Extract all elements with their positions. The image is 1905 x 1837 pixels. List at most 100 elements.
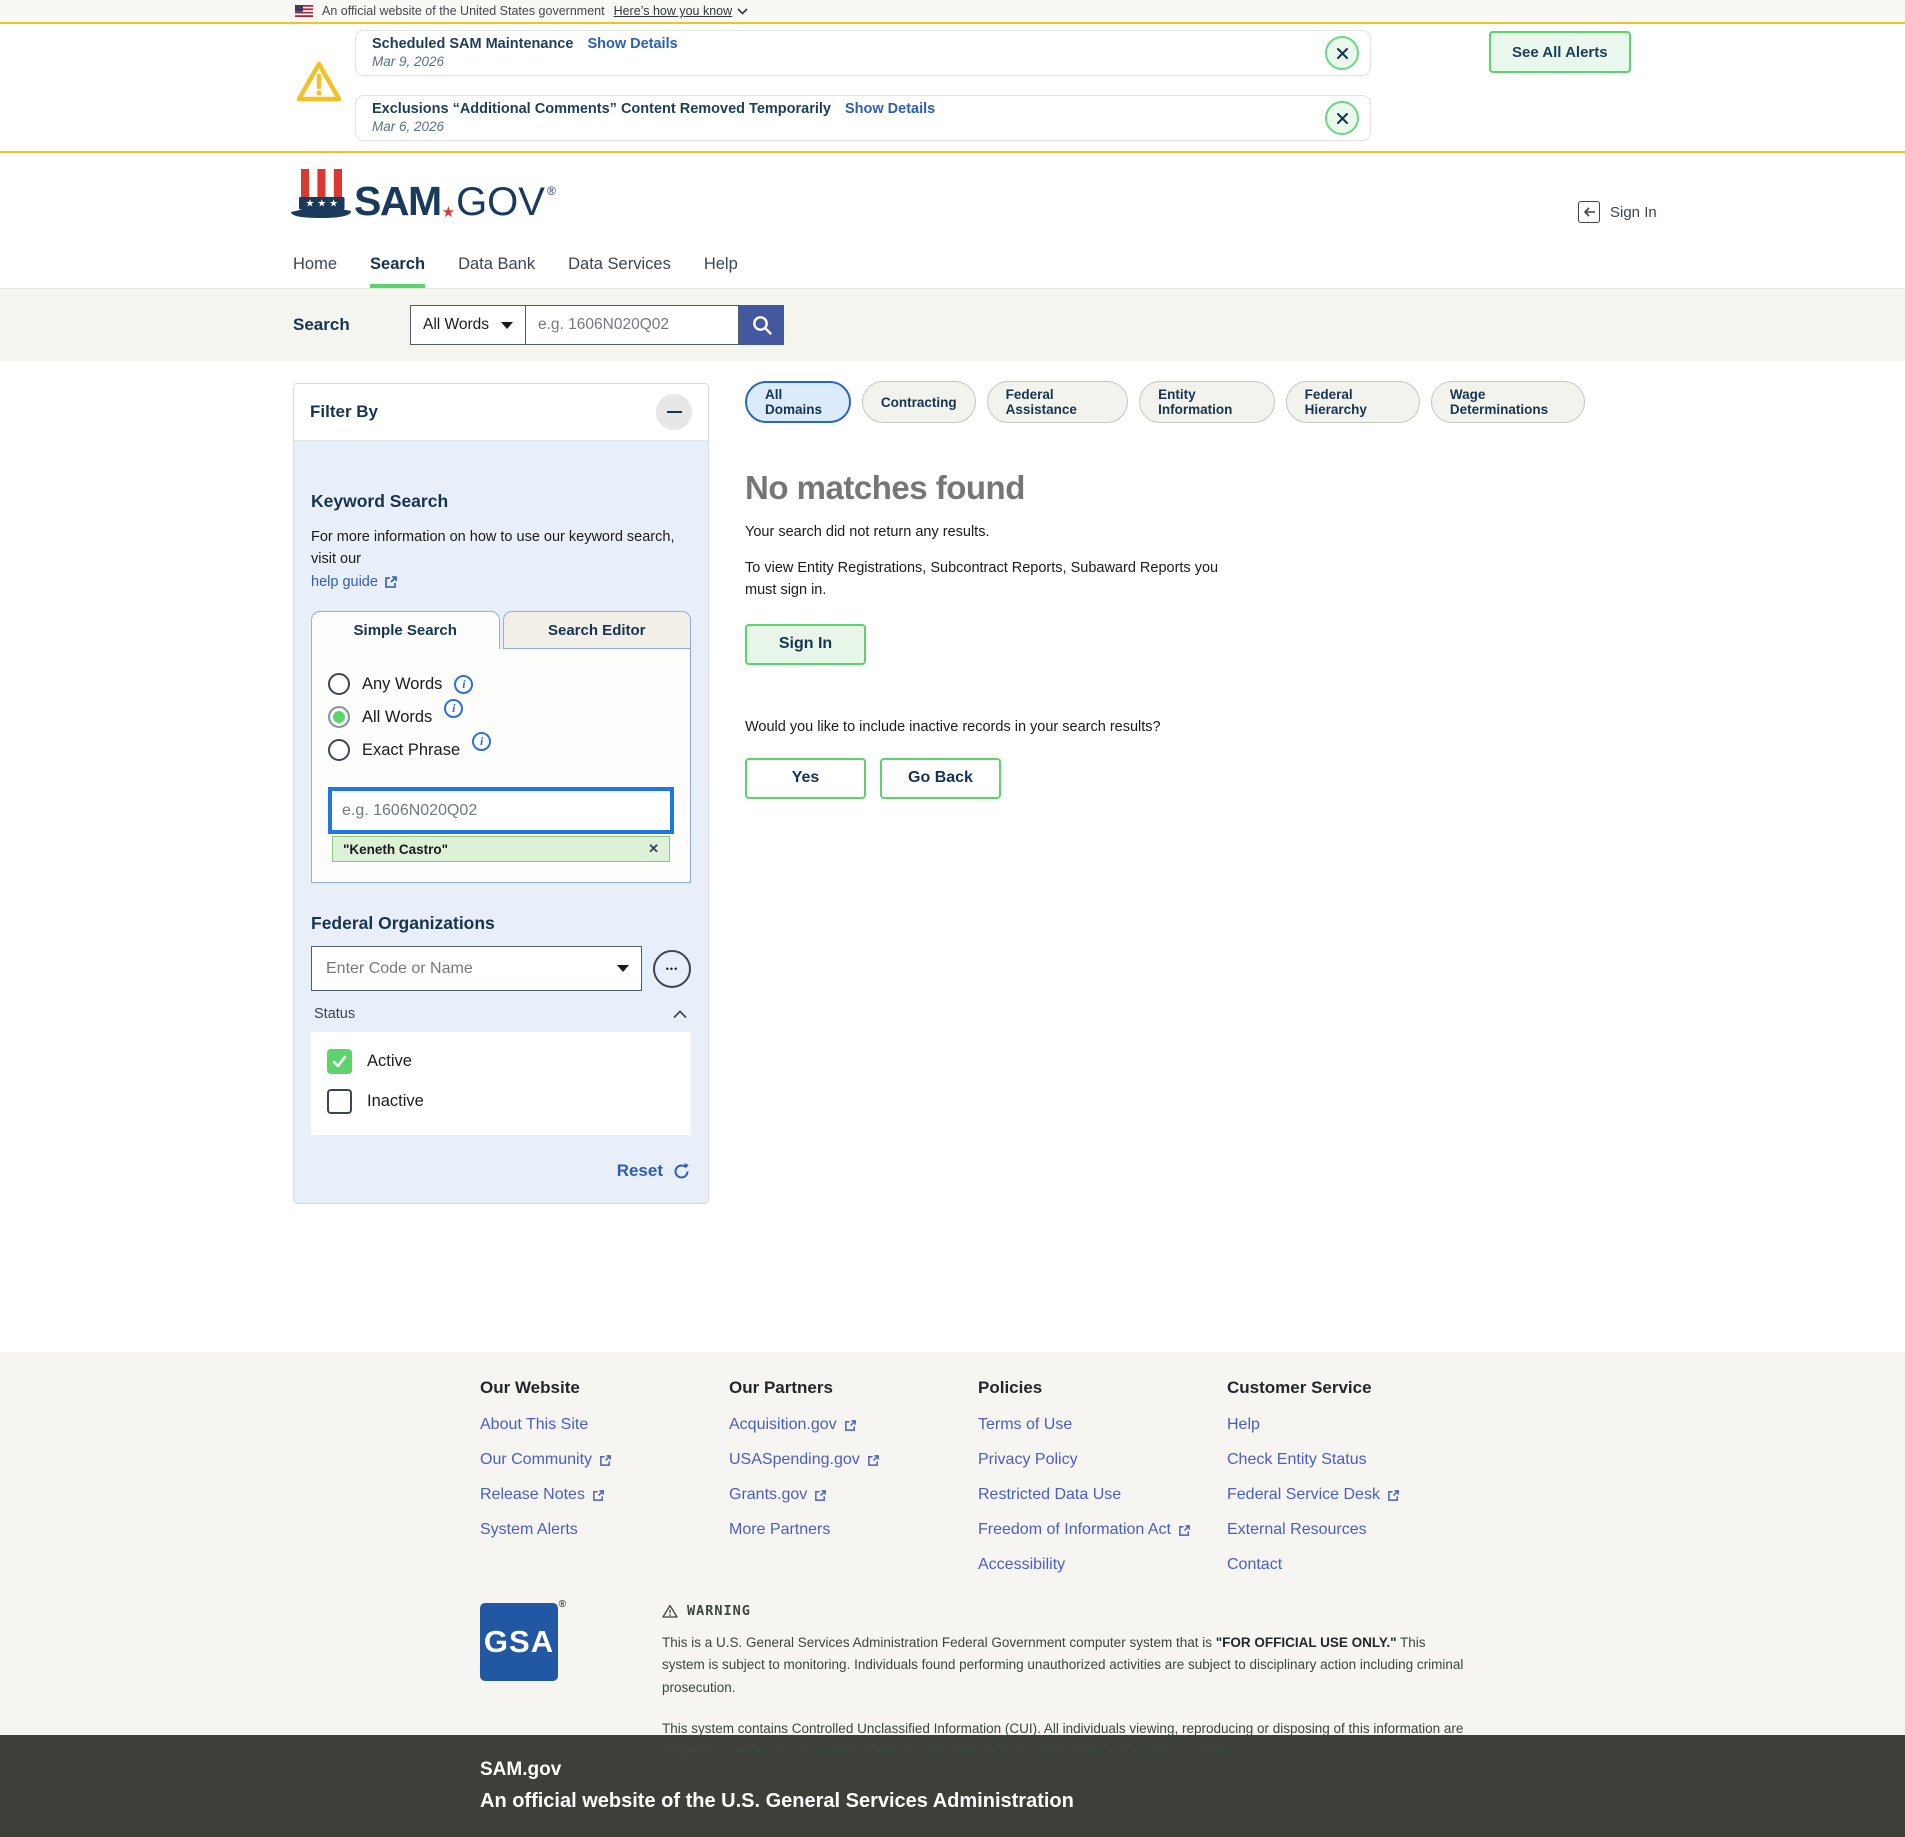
uncle-sam-hat-icon [291,167,351,222]
keyword-chip: "Keneth Castro" ✕ [332,836,670,862]
status-options-box: Active Inactive [311,1032,691,1135]
tab-simple-search[interactable]: Simple Search [311,611,500,649]
sign-in-button[interactable]: Sign In [745,624,866,665]
header-sign-in-link[interactable]: Sign In [1578,201,1657,223]
yes-button[interactable]: Yes [745,758,866,799]
chevron-up-icon[interactable] [672,1009,688,1019]
external-link-icon [1178,1524,1191,1537]
domain-tab-wage-determinations[interactable]: Wage Determinations [1431,381,1585,423]
footer-link-help[interactable]: Help [1227,1417,1476,1433]
global-search-bar: Search All Words [0,289,1905,361]
info-icon[interactable]: i [472,732,491,751]
radio-label-all-words: All Words [362,708,432,727]
primary-nav: Home Search Data Bank Data Services Help [0,240,1905,289]
footer-link-foia[interactable]: Freedom of Information Act [978,1522,1227,1538]
show-details-link[interactable]: Show Details [587,36,677,52]
alert-date: Mar 6, 2026 [372,119,1310,134]
radio-any-words[interactable] [328,673,350,695]
domain-tab-all-domains[interactable]: All Domains [745,381,851,423]
search-submit-button[interactable] [739,305,784,345]
domain-tab-contracting[interactable]: Contracting [862,381,976,423]
federal-org-input[interactable] [311,946,642,991]
check-icon [332,1055,347,1068]
see-all-alerts-button[interactable]: See All Alerts [1489,31,1631,73]
footer-link-federal-service-desk[interactable]: Federal Service Desk [1227,1487,1476,1503]
nav-item-home[interactable]: Home [293,240,337,288]
footer-link-acquisition-gov[interactable]: Acquisition.gov [729,1417,978,1433]
footer-link-more-partners[interactable]: More Partners [729,1522,978,1538]
search-mode-select[interactable]: All Words [410,305,526,345]
no-results-message: Your search did not return any results. [745,524,1585,540]
nav-item-data-bank[interactable]: Data Bank [458,240,535,288]
warning-paragraph-1: This is a U.S. General Services Administ… [662,1632,1472,1699]
footer-link-terms-of-use[interactable]: Terms of Use [978,1417,1227,1433]
footer-link-external-resources[interactable]: External Resources [1227,1522,1476,1538]
warning-paragraph-2: This system contains Controlled Unclassi… [662,1718,1472,1763]
samgov-logo[interactable]: SAM★GOV® [291,167,556,222]
footer-link-contact[interactable]: Contact [1227,1557,1476,1573]
search-label: Search [293,315,410,335]
checkbox-active[interactable] [327,1049,352,1074]
status-section-label: Status [314,1006,355,1022]
alert-card: Scheduled SAM Maintenance Show Details M… [355,30,1371,76]
footer-link-restricted-data-use[interactable]: Restricted Data Use [978,1487,1227,1503]
close-icon [1336,47,1349,60]
keyword-search-input[interactable] [328,787,674,834]
radio-exact-phrase[interactable] [328,739,350,761]
global-search-input[interactable] [526,305,739,345]
footer-link-about-this-site[interactable]: About This Site [480,1417,729,1433]
go-back-button[interactable]: Go Back [880,758,1001,799]
caret-down-icon [617,965,629,972]
radio-all-words[interactable] [328,706,350,728]
footer-link-usaspending-gov[interactable]: USASpending.gov [729,1452,978,1468]
warning-title: WARNING [687,1603,751,1619]
footer-link-system-alerts[interactable]: System Alerts [480,1522,729,1538]
footer-column-our-website: Our Website About This Site Our Communit… [480,1378,729,1573]
external-link-icon [599,1454,612,1467]
more-options-button[interactable]: ••• [653,950,691,988]
filter-panel: Filter By Keyword Search For more inform… [293,383,709,1204]
info-icon[interactable]: i [444,699,463,718]
federal-org-combobox[interactable] [311,946,642,991]
footer-heading: Customer Service [1227,1378,1476,1398]
close-icon [1336,112,1349,125]
radio-label-any-words: Any Words [362,675,442,694]
keyword-info-text: For more information on how to use our k… [311,529,674,567]
domain-tab-entity-information[interactable]: Entity Information [1139,381,1275,423]
reset-filters-button[interactable]: Reset [311,1161,691,1181]
footer-link-privacy-policy[interactable]: Privacy Policy [978,1452,1227,1468]
external-link-icon [384,575,398,589]
keyword-search-heading: Keyword Search [311,491,691,512]
alert-title: Scheduled SAM Maintenance [372,36,573,52]
nav-item-search[interactable]: Search [370,240,425,288]
external-link-icon [867,1454,880,1467]
footer-link-our-community[interactable]: Our Community [480,1452,729,1468]
footer-heading: Our Website [480,1378,729,1398]
alert-close-button[interactable] [1325,36,1359,70]
footer-link-grants-gov[interactable]: Grants.gov [729,1487,978,1503]
domain-tab-federal-hierarchy[interactable]: Federal Hierarchy [1286,381,1420,423]
external-link-icon [814,1489,827,1502]
keyword-chip-label: "Keneth Castro" [343,842,448,857]
tab-search-editor[interactable]: Search Editor [503,611,692,649]
caret-down-icon [501,322,513,329]
collapse-filters-button[interactable] [656,394,692,430]
nav-item-data-services[interactable]: Data Services [568,240,671,288]
alert-card: Exclusions “Additional Comments” Content… [355,95,1371,141]
minus-icon [667,411,682,413]
heres-how-you-know-link[interactable]: Here’s how you know [614,4,749,18]
footer-link-release-notes[interactable]: Release Notes [480,1487,729,1503]
info-icon[interactable]: i [454,675,473,694]
nav-item-help[interactable]: Help [704,240,738,288]
filter-by-title: Filter By [310,402,378,422]
chip-remove-icon[interactable]: ✕ [648,841,659,857]
checkbox-inactive[interactable] [327,1089,352,1114]
domain-tab-federal-assistance[interactable]: Federal Assistance [987,381,1128,423]
alert-close-button[interactable] [1325,101,1359,135]
show-details-link[interactable]: Show Details [845,101,935,117]
sign-in-required-message: To view Entity Registrations, Subcontrac… [745,557,1250,602]
footer-link-check-entity-status[interactable]: Check Entity Status [1227,1452,1476,1468]
help-guide-link[interactable]: help guide [311,571,398,593]
external-link-icon [1387,1489,1400,1502]
footer-link-accessibility[interactable]: Accessibility [978,1557,1227,1573]
